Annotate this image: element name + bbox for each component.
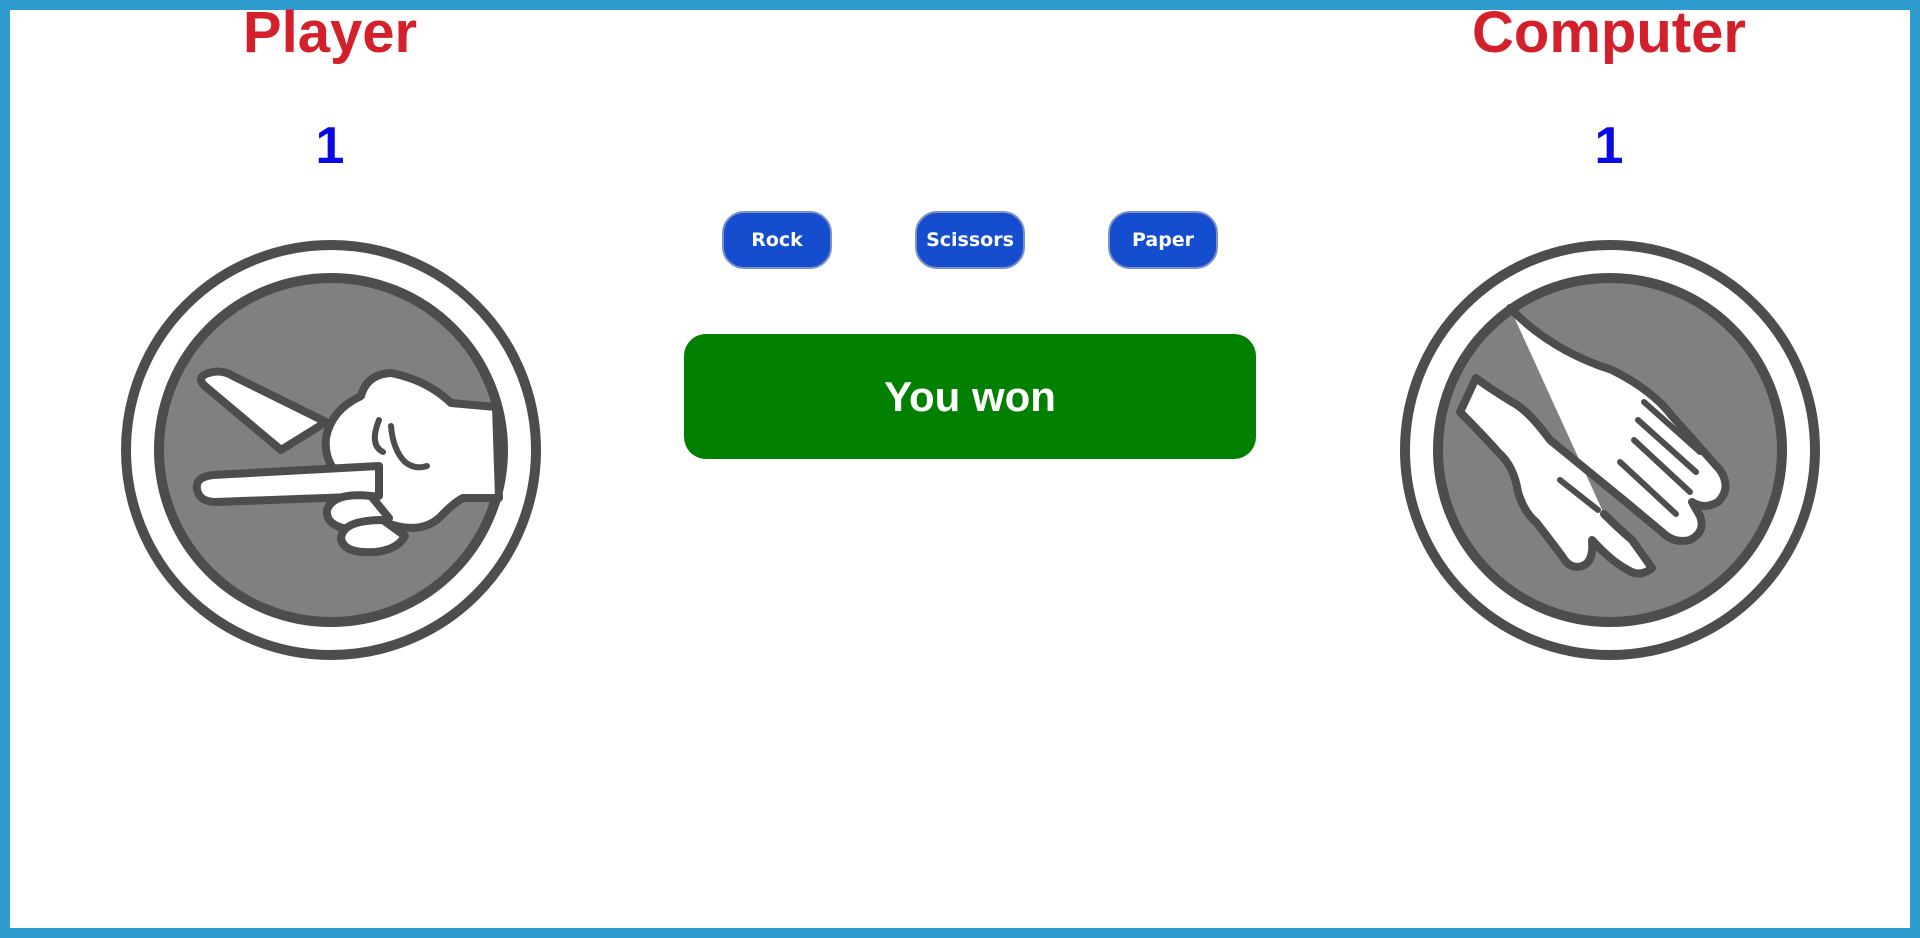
game-frame: Player 1 Computer 1 Rock Scissors Paper … [0,0,1920,938]
player-name: Player [242,0,418,65]
result-banner: You won [684,334,1256,459]
paper-button[interactable]: Paper [1108,211,1218,269]
scissors-button[interactable]: Scissors [915,211,1025,269]
rock-button[interactable]: Rock [722,211,832,269]
computer-score: 1 [1594,117,1624,175]
computer-name: Computer [1472,0,1746,65]
scissors-hand-icon [121,240,541,660]
paper-hand-icon [1400,240,1820,660]
player-score: 1 [315,117,345,175]
